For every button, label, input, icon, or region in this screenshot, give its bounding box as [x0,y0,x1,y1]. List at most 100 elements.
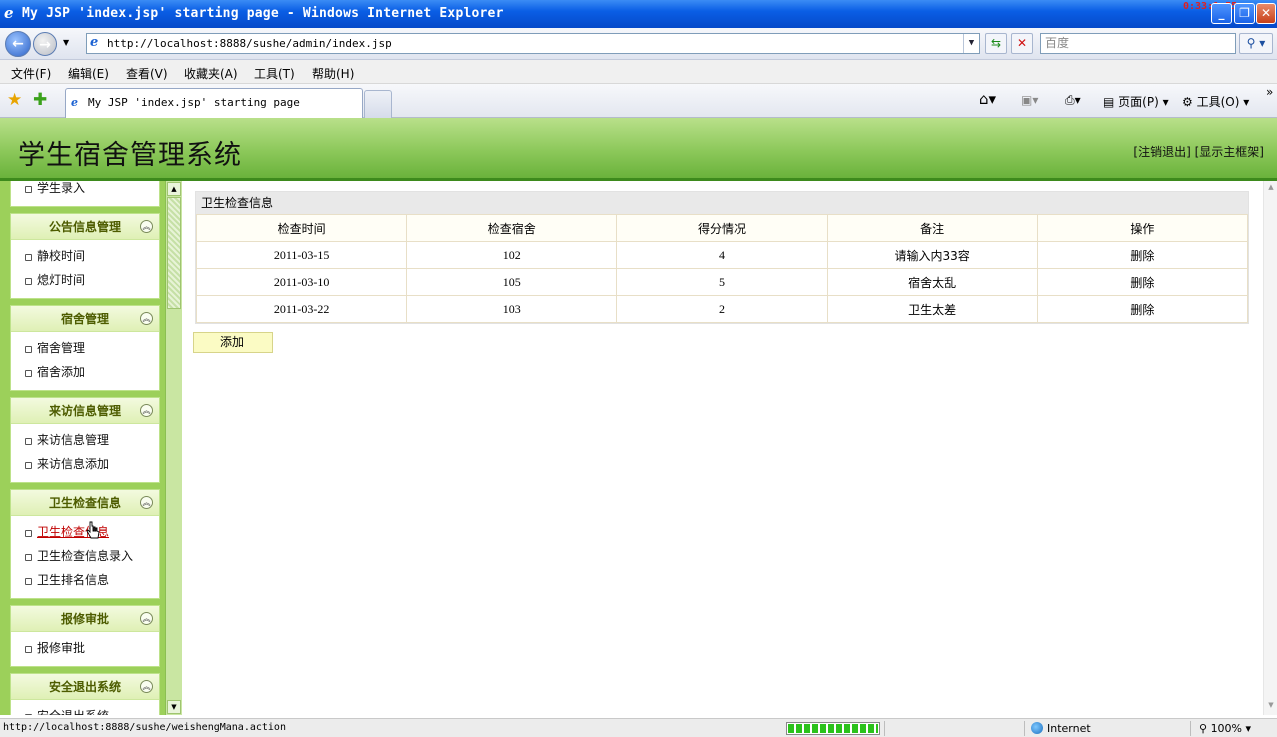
header-links: [注销退出] [显示主框架] [1133,143,1264,160]
menu-view[interactable]: 查看(V) [126,65,168,82]
sidebar-group-header[interactable]: 卫生检查信息 ︽ [11,490,159,516]
cell-note: 卫生太差 [826,295,1038,323]
sidebar-item-repair-approval[interactable]: 报修审批 [11,636,159,660]
collapse-chevron-icon[interactable]: ︽ [140,220,153,233]
cell-dorm: 102 [406,241,618,269]
collapse-chevron-icon[interactable]: ︽ [140,404,153,417]
scroll-down-icon[interactable]: ▼ [1265,701,1277,713]
collapse-chevron-icon[interactable]: ︽ [140,680,153,693]
window-titlebar[interactable]: e My JSP 'index.jsp' starting page - Win… [0,0,1277,28]
delete-link[interactable]: 删除 [1036,241,1249,269]
menu-file[interactable]: 文件(F) [11,65,51,82]
main-content: 卫生检查信息 检查时间 检查宿舍 得分情况 备注 操作 2011-03-15 1… [183,181,1277,715]
table-header-row: 检查时间 检查宿舍 得分情况 备注 操作 [195,214,1249,242]
app-header: 学生宿舍管理系统 [注销退出] [显示主框架] [0,118,1277,181]
zoom-control[interactable]: ⚲ 100% ▾ [1199,722,1251,735]
sidebar-item-student-entry[interactable]: 学生录入 [11,181,159,200]
sidebar: 学生录入 公告信息管理 ︽ 静校时间 熄灯时间 宿舍管理 ︽ 宿舍管理 宿舍添加 [0,181,182,715]
feeds-icon[interactable]: ▣▾ [1021,93,1038,107]
favorites-star-icon[interactable]: ★ [7,90,22,110]
cell-note: 宿舍太乱 [826,268,1038,296]
refresh-button[interactable]: ⇆ [985,33,1007,54]
cell-dorm: 105 [406,268,618,296]
collapse-chevron-icon[interactable]: ︽ [140,612,153,625]
tab-row: ★ ✚ e My JSP 'index.jsp' starting page ⌂… [0,84,1277,118]
sidebar-item-hygiene-entry[interactable]: 卫生检查信息录入 [11,544,159,568]
sidebar-group-header[interactable]: 报修审批 ︽ [11,606,159,632]
sidebar-group-title: 报修审批 [60,612,109,626]
page-menu-label: 页面(P) [1118,95,1159,109]
sidebar-item-quiet-time[interactable]: 静校时间 [11,244,159,268]
sidebar-group-header[interactable]: 公告信息管理 ︽ [11,214,159,240]
sidebar-group-header[interactable]: 安全退出系统 ︽ [11,674,159,700]
page-icon: e [90,35,99,50]
tools-menu-label: 工具(O) [1196,95,1240,109]
scroll-down-icon[interactable]: ▼ [167,700,181,714]
address-toolbar: ← → ▼ e http://localhost:8888/sushe/admi… [0,28,1277,60]
sidebar-item-dorm-manage[interactable]: 宿舍管理 [11,336,159,360]
cell-score: 2 [616,295,828,323]
search-input[interactable]: 百度 [1040,33,1236,54]
history-dropdown-icon[interactable]: ▼ [63,38,69,47]
cell-date: 2011-03-22 [195,295,408,323]
window-title: My JSP 'index.jsp' starting page - Windo… [22,6,504,21]
collapse-chevron-icon[interactable]: ︽ [140,312,153,325]
main-scrollbar[interactable]: ▲ ▼ [1263,181,1277,715]
address-dropdown-icon[interactable]: ▼ [963,34,979,53]
home-icon[interactable]: ⌂▾ [979,90,996,108]
sidebar-item-visitor-add[interactable]: 来访信息添加 [11,452,159,476]
sidebar-item-hygiene-ranking[interactable]: 卫生排名信息 [11,568,159,592]
add-button[interactable]: 添加 [193,332,273,353]
tools-menu-button[interactable]: ⚙ 工具(O) ▾ [1182,93,1249,110]
sidebar-scrollbar[interactable]: ▲ ▼ [165,181,182,715]
page-menu-button[interactable]: ▤ 页面(P) ▾ [1103,93,1169,110]
menu-edit[interactable]: 编辑(E) [68,65,109,82]
sidebar-group-repair: 报修审批 ︽ 报修审批 [10,605,160,667]
scroll-up-icon[interactable]: ▲ [167,182,181,196]
print-icon[interactable]: ⎙▾ [1065,93,1081,108]
sidebar-item-visitor-manage[interactable]: 来访信息管理 [11,428,159,452]
forward-button[interactable]: → [33,32,57,56]
tab-title: My JSP 'index.jsp' starting page [88,96,300,109]
stop-button[interactable]: ✕ [1011,33,1033,54]
sidebar-item-hygiene-info[interactable]: 卫生检查信息 [11,520,159,544]
back-button[interactable]: ← [5,31,31,57]
address-input[interactable]: e http://localhost:8888/sushe/admin/inde… [86,33,980,54]
sidebar-group-header[interactable]: 宿舍管理 ︽ [11,306,159,332]
new-tab-button[interactable] [364,90,392,118]
delete-link[interactable]: 删除 [1036,295,1249,323]
cell-dorm: 103 [406,295,618,323]
sidebar-item-lights-out[interactable]: 熄灯时间 [11,268,159,292]
menu-bar: 文件(F) 编辑(E) 查看(V) 收藏夹(A) 工具(T) 帮助(H) [0,60,1277,84]
search-icon[interactable]: ⚲ ▾ [1239,33,1273,54]
close-button[interactable]: ✕ [1256,3,1276,24]
table-row: 2011-03-22 103 2 卫生太差 删除 [195,295,1249,323]
sidebar-group-visitor: 来访信息管理 ︽ 来访信息管理 来访信息添加 [10,397,160,483]
delete-link[interactable]: 删除 [1036,268,1249,296]
security-zone[interactable]: Internet [1031,722,1091,735]
sidebar-scroll-thumb[interactable] [167,197,181,309]
cell-date: 2011-03-10 [195,268,408,296]
maximize-button[interactable]: ❐ [1234,3,1255,24]
logout-link[interactable]: [注销退出] [1133,145,1190,159]
column-header: 备注 [826,214,1038,242]
cell-note: 请输入内33容 [826,241,1038,269]
menu-tools[interactable]: 工具(T) [254,65,295,82]
scroll-up-icon[interactable]: ▲ [1265,183,1277,195]
menu-help[interactable]: 帮助(H) [312,65,354,82]
status-divider [1190,721,1191,736]
sidebar-group-title: 卫生检查信息 [48,496,121,510]
status-bar: http://localhost:8888/sushe/weishengMana… [0,718,1277,737]
sidebar-group-title: 来访信息管理 [48,404,121,418]
sidebar-item-safe-exit[interactable]: 安全退出系统 [11,704,159,715]
add-favorites-icon[interactable]: ✚ [33,90,47,110]
minimize-button[interactable]: _ [1211,3,1232,24]
tab-current[interactable]: e My JSP 'index.jsp' starting page [65,88,363,118]
show-frame-link[interactable]: [显示主框架] [1195,145,1264,159]
sidebar-group-header[interactable]: 来访信息管理 ︽ [11,398,159,424]
menu-favorites[interactable]: 收藏夹(A) [184,65,238,82]
chevron-more-icon[interactable]: » [1266,85,1273,99]
hygiene-table: 检查时间 检查宿舍 得分情况 备注 操作 2011-03-15 102 4 请输… [195,214,1249,323]
collapse-chevron-icon[interactable]: ︽ [140,496,153,509]
sidebar-item-dorm-add[interactable]: 宿舍添加 [11,360,159,384]
